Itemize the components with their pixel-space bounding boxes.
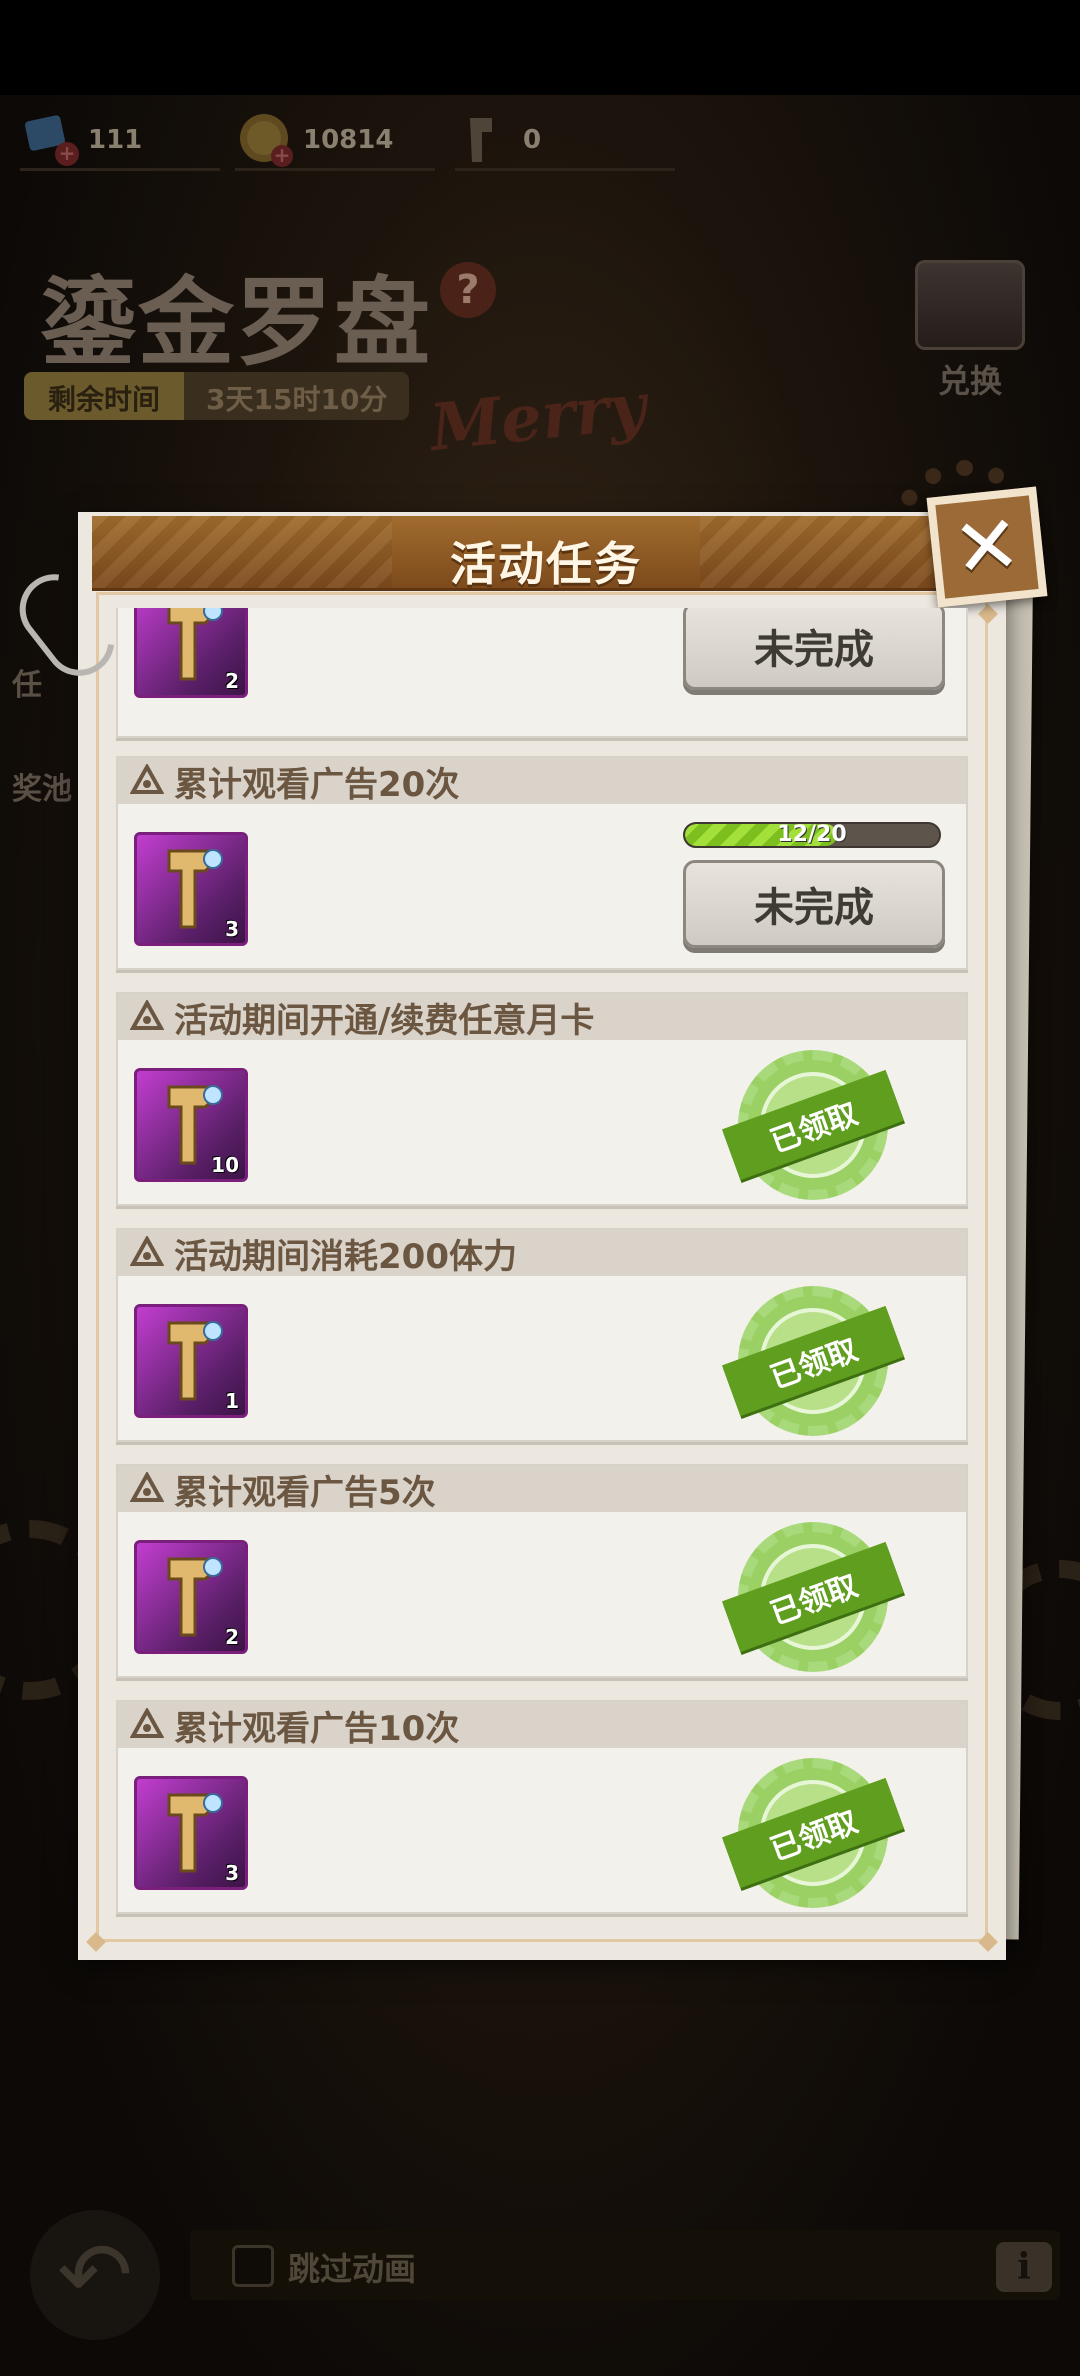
- item-count: 3: [225, 917, 239, 941]
- task-card: 累计观看广告20次 3 12/20 未完成: [116, 756, 968, 970]
- info-icon[interactable]: i: [996, 2242, 1052, 2292]
- reward-item[interactable]: 3: [134, 1776, 248, 1890]
- not-completed-button[interactable]: 未完成: [683, 860, 945, 948]
- close-button[interactable]: ✕: [926, 486, 1048, 608]
- recycle-icon: [130, 1472, 164, 1502]
- recycle-icon: [130, 764, 164, 794]
- task-list[interactable]: 2 未完成 累计观看广告20次 3 12/20 未完成 活动期间开通/续费任意月…: [112, 608, 972, 1918]
- side-tabs: 任 奖池: [12, 660, 72, 808]
- task-name: 活动期间消耗200体力: [174, 1236, 517, 1277]
- claimed-stamp: 已领取: [722, 1286, 904, 1436]
- claimed-stamp: 已领取: [722, 1050, 904, 1200]
- task-header: 活动期间消耗200体力: [118, 1230, 966, 1277]
- staff-key-icon: [455, 109, 517, 171]
- task-header: 累计观看广告20次: [118, 758, 966, 805]
- reward-item[interactable]: 2: [134, 1540, 248, 1654]
- item-count: 10: [211, 1153, 239, 1177]
- progress-text: 12/20: [777, 822, 847, 847]
- task-header: 累计观看广告10次: [118, 1702, 966, 1749]
- resource-value: 0: [523, 125, 542, 155]
- task-card: 活动期间消耗200体力 1 已领取: [116, 1228, 968, 1442]
- status-bar-area: [0, 0, 1080, 95]
- reward-item[interactable]: 1: [134, 1304, 248, 1418]
- remaining-time: 剩余时间 3天15时10分: [24, 372, 410, 420]
- task-header: 累计观看广告5次: [118, 1466, 966, 1513]
- chest-icon: [915, 260, 1025, 350]
- task-card: 累计观看广告10次 3 已领取: [116, 1700, 968, 1914]
- item-count: 3: [225, 1861, 239, 1885]
- item-count: 1: [225, 1389, 239, 1413]
- reward-item[interactable]: 2: [134, 608, 248, 698]
- svg-text:+: +: [59, 141, 76, 165]
- recycle-icon: [130, 1000, 164, 1030]
- resource-value: 111: [88, 125, 143, 155]
- reward-item[interactable]: 3: [134, 832, 248, 946]
- reward-item[interactable]: 10: [134, 1068, 248, 1182]
- resource-coins: + 10814: [235, 108, 393, 172]
- gold-coin-icon: +: [235, 109, 297, 171]
- skip-animation-label: 跳过动画: [288, 2250, 417, 2288]
- claimed-stamp: 已领取: [722, 1522, 904, 1672]
- task-name: 活动期间开通/续费任意月卡: [174, 1000, 595, 1041]
- christmas-banner: Merry: [426, 368, 650, 467]
- modal-header: 活动任务: [92, 516, 1000, 591]
- exchange-label: 兑换: [937, 362, 1002, 400]
- divider: [235, 168, 435, 171]
- back-arrow-icon[interactable]: ↶: [30, 2210, 160, 2340]
- event-title: 鎏金罗盘: [40, 266, 432, 379]
- task-name: 累计观看广告10次: [174, 1708, 460, 1749]
- resource-value: 10814: [303, 125, 394, 155]
- item-count: 2: [225, 669, 239, 693]
- task-name: 累计观看广告20次: [174, 764, 460, 805]
- skip-animation-checkbox[interactable]: [232, 2245, 274, 2287]
- item-count: 2: [225, 1625, 239, 1649]
- time-label: 剩余时间: [24, 372, 185, 420]
- task-header: 活动期间开通/续费任意月卡: [118, 994, 966, 1041]
- recycle-icon: [130, 1236, 164, 1266]
- modal-title: 活动任务: [450, 537, 642, 591]
- resource-tickets: + 111: [20, 108, 142, 172]
- not-completed-button[interactable]: 未完成: [683, 608, 945, 690]
- task-card: 累计观看广告5次 2 已领取: [116, 1464, 968, 1678]
- exchange-button[interactable]: 兑换: [905, 260, 1035, 410]
- help-button[interactable]: ?: [440, 262, 496, 318]
- task-progress-bar: 12/20: [683, 822, 941, 848]
- side-tab-pool[interactable]: 奖池: [12, 764, 72, 808]
- claimed-stamp: 已领取: [722, 1758, 904, 1908]
- close-icon: ✕: [948, 496, 1026, 597]
- blue-ticket-icon: +: [20, 109, 82, 171]
- resource-staff: 0: [455, 108, 541, 172]
- time-value: 3天15时10分: [184, 372, 410, 420]
- divider: [20, 168, 220, 171]
- svg-text:+: +: [274, 143, 291, 167]
- task-card: 活动期间开通/续费任意月卡 10 已领取: [116, 992, 968, 1206]
- recycle-icon: [130, 1708, 164, 1738]
- task-card: 2 未完成: [116, 608, 968, 738]
- task-name: 累计观看广告5次: [174, 1472, 436, 1513]
- divider: [455, 168, 675, 171]
